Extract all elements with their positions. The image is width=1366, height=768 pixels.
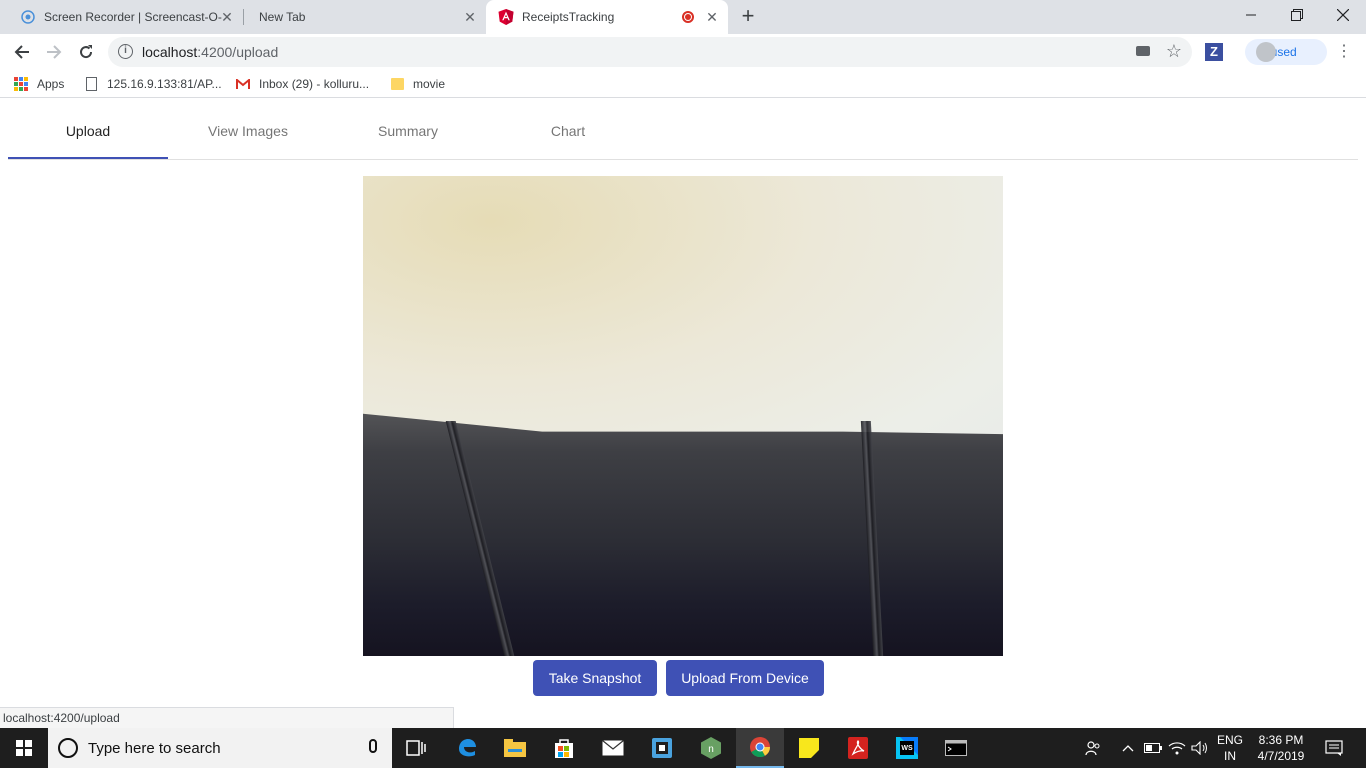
gmail-icon: [236, 77, 250, 91]
url-text: localhost:4200/upload: [142, 44, 279, 60]
language-indicator[interactable]: ENG IN: [1213, 732, 1247, 764]
address-bar[interactable]: i localhost:4200/upload ☆: [108, 37, 1192, 67]
acrobat-icon[interactable]: [834, 728, 882, 768]
close-icon[interactable]: ✕: [704, 9, 720, 25]
bookmark-apps[interactable]: Apps: [14, 75, 64, 93]
app-tab-bar: Upload View Images Summary Chart: [8, 103, 1358, 160]
app-page: Upload View Images Summary Chart Take Sn…: [0, 103, 1366, 728]
windows-logo-icon: [16, 740, 32, 756]
bookmarks-bar: Apps 125.16.9.133:81/AP... Inbox (29) - …: [0, 70, 1366, 98]
bookmark-star-icon[interactable]: ☆: [1166, 41, 1182, 62]
search-placeholder: Type here to search: [88, 740, 221, 757]
active-tab-indicator: [8, 157, 168, 159]
bookmark-folder-movie[interactable]: movie: [390, 75, 445, 93]
angular-icon: [498, 9, 514, 25]
tab-title: Screen Recorder | Screencast-O-M: [44, 10, 222, 24]
bookmark-gmail-inbox[interactable]: Inbox (29) - kolluru...: [236, 75, 369, 93]
windows-taskbar: Type here to search n WS ENG IN 8:36 PM …: [0, 728, 1366, 768]
upload-from-device-button[interactable]: Upload From Device: [666, 660, 824, 696]
zotero-extension-icon[interactable]: Z: [1205, 43, 1223, 61]
bookmark-label: Inbox (29) - kolluru...: [259, 77, 370, 91]
start-button[interactable]: [0, 728, 48, 768]
visual-studio-code-icon[interactable]: [638, 728, 686, 768]
minimize-icon[interactable]: [1228, 0, 1274, 30]
sticky-notes-icon[interactable]: [785, 728, 833, 768]
battery-icon[interactable]: [1142, 728, 1164, 768]
language-code: ENG: [1216, 733, 1243, 747]
apps-grid-icon: [14, 77, 28, 91]
svg-text:WS: WS: [901, 745, 913, 752]
bookmark-label: movie: [413, 77, 446, 91]
page-icon: [84, 77, 98, 91]
camera-icon[interactable]: [1136, 46, 1150, 56]
store-icon[interactable]: [540, 728, 588, 768]
chevron-up-icon[interactable]: [1118, 728, 1138, 768]
chrome-icon[interactable]: [736, 728, 784, 768]
restore-icon[interactable]: [1274, 0, 1320, 30]
microphone-icon[interactable]: [369, 739, 377, 753]
wifi-icon[interactable]: [1166, 728, 1188, 768]
folder-icon: [390, 77, 404, 91]
browser-tab-strip: Screen Recorder | Screencast-O-M ✕ New T…: [0, 0, 1366, 34]
more-menu-icon[interactable]: ⋮: [1336, 42, 1352, 62]
reload-icon[interactable]: [74, 40, 98, 64]
close-icon[interactable]: ✕: [219, 9, 235, 25]
clock-date: 4/7/2019: [1257, 749, 1305, 763]
nodejs-icon[interactable]: n: [687, 728, 735, 768]
command-prompt-icon[interactable]: [932, 728, 980, 768]
new-tab-button[interactable]: +: [736, 5, 760, 29]
tab-chart[interactable]: Chart: [488, 103, 648, 159]
info-icon[interactable]: i: [118, 44, 133, 59]
status-url-bubble: localhost:4200/upload: [0, 707, 454, 728]
bookmark-ip-address[interactable]: 125.16.9.133:81/AP...: [84, 75, 222, 93]
bookmark-label: Apps: [37, 77, 65, 91]
task-view-icon[interactable]: [392, 728, 440, 768]
browser-toolbar: i localhost:4200/upload ☆ Z Paused ⋮: [0, 34, 1366, 70]
tab-summary[interactable]: Summary: [328, 103, 488, 159]
tab-receipts-tracking[interactable]: ReceiptsTracking ✕: [486, 0, 728, 34]
tab-new-tab[interactable]: New Tab ✕: [243, 0, 486, 34]
clock-time: 8:36 PM: [1258, 733, 1304, 747]
take-snapshot-button[interactable]: Take Snapshot: [533, 660, 657, 696]
screencast-icon: [20, 9, 36, 25]
avatar-icon: [1256, 42, 1276, 62]
svg-text:n: n: [708, 744, 714, 755]
forward-icon[interactable]: [42, 40, 66, 64]
bookmark-label: 125.16.9.133:81/AP...: [107, 77, 222, 91]
mail-icon[interactable]: [589, 728, 637, 768]
people-icon[interactable]: [1080, 728, 1106, 768]
edge-icon[interactable]: [443, 728, 491, 768]
tab-view-images[interactable]: View Images: [168, 103, 328, 159]
close-icon[interactable]: ✕: [462, 9, 478, 25]
clock[interactable]: 8:36 PM 4/7/2019: [1250, 732, 1312, 764]
tab-title: New Tab: [259, 10, 306, 24]
file-explorer-icon[interactable]: [491, 728, 539, 768]
region-code: IN: [1224, 749, 1236, 763]
webstorm-icon[interactable]: WS: [883, 728, 931, 768]
profile-button[interactable]: Paused: [1245, 39, 1327, 65]
cortana-icon: [58, 738, 78, 758]
window-close-icon[interactable]: [1320, 0, 1366, 30]
back-icon[interactable]: [10, 40, 34, 64]
volume-icon[interactable]: [1189, 728, 1211, 768]
tab-upload[interactable]: Upload: [8, 103, 168, 159]
taskbar-search[interactable]: Type here to search: [48, 728, 392, 768]
webcam-preview: [363, 176, 1003, 656]
recording-icon: [682, 11, 694, 23]
notifications-icon[interactable]: [1322, 728, 1346, 768]
tab-screen-recorder[interactable]: Screen Recorder | Screencast-O-M ✕: [0, 0, 243, 34]
tab-title: ReceiptsTracking: [522, 10, 615, 24]
